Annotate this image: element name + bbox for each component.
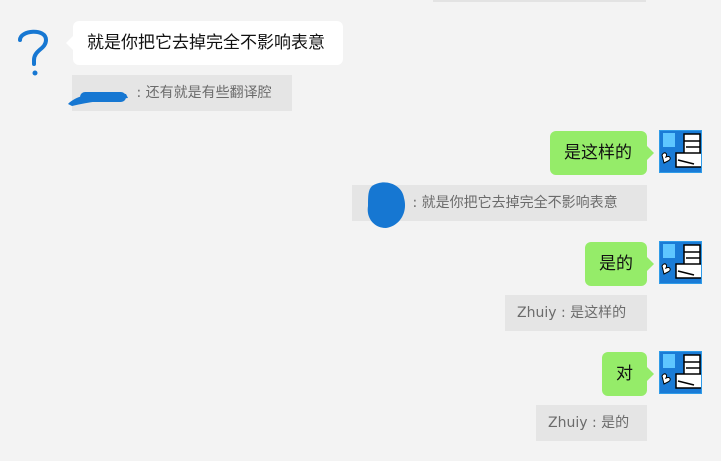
message-bubble-sent[interactable]: 对 <box>602 352 654 396</box>
message-bubble-sent[interactable]: 是这样的 <box>550 131 654 175</box>
quote-separator: : <box>556 305 571 321</box>
quote-sender: Zhuiy <box>517 305 557 321</box>
quoted-message[interactable]: : 还有就是有些翻译腔 <box>72 75 292 111</box>
cartoon-face-avatar[interactable] <box>659 241 702 284</box>
quote-text: 是这样的 <box>570 305 627 321</box>
quote-sender: Zhuiy <box>548 415 588 431</box>
quote-text: 还有就是有些翻译腔 <box>145 85 272 101</box>
quote-separator: : <box>587 415 602 431</box>
question-mark-icon[interactable] <box>12 24 56 80</box>
cartoon-face-avatar[interactable] <box>659 351 702 394</box>
previous-quote-edge <box>433 0 646 2</box>
quoted-message[interactable]: : 就是你把它去掉完全不影响表意 <box>352 185 647 221</box>
message-bubble-received[interactable]: 就是你把它去掉完全不影响表意 <box>66 21 343 65</box>
quote-separator: : <box>408 195 422 211</box>
quoted-message[interactable]: Zhuiy : 是的 <box>536 405 647 441</box>
quote-text: 就是你把它去掉完全不影响表意 <box>421 195 618 211</box>
quote-text: 是的 <box>601 415 630 431</box>
quote-separator: : <box>132 85 146 101</box>
cartoon-face-avatar[interactable] <box>659 130 702 173</box>
message-text: 对 <box>616 364 633 384</box>
message-text: 是这样的 <box>564 143 632 163</box>
quoted-message[interactable]: Zhuiy : 是这样的 <box>505 295 647 331</box>
message-bubble-sent[interactable]: 是的 <box>585 242 654 286</box>
chat-area[interactable]: 就是你把它去掉完全不影响表意 : 还有就是有些翻译腔 是这样的 : 就是你把它去… <box>0 0 721 461</box>
message-text: 就是你把它去掉完全不影响表意 <box>87 33 325 53</box>
message-text: 是的 <box>599 254 633 274</box>
